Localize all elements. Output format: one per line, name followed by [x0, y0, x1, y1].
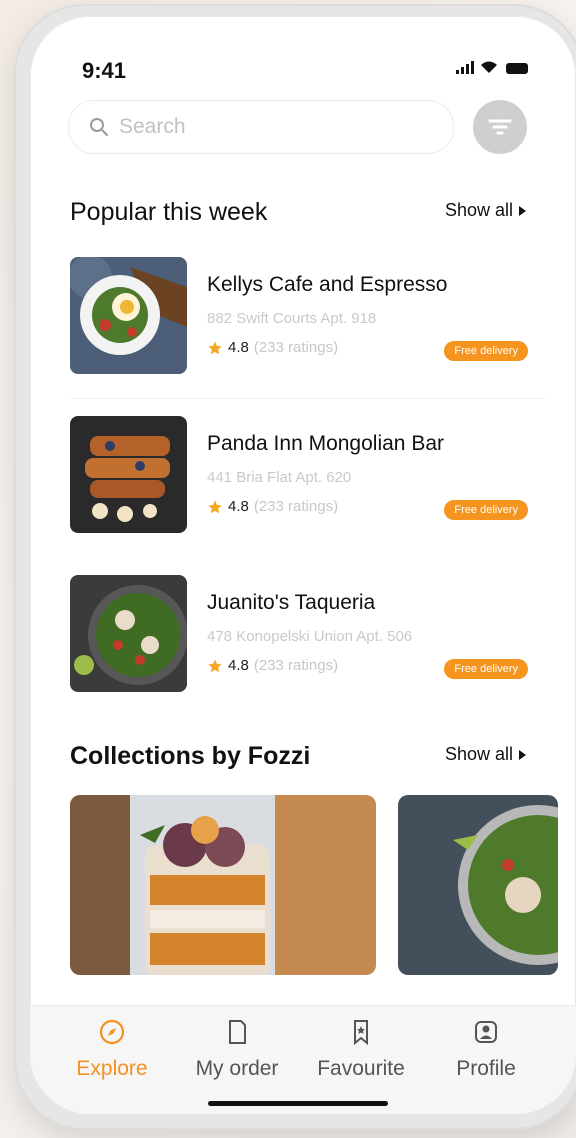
- collections-show-all[interactable]: Show all: [445, 744, 526, 765]
- food-image: [70, 416, 187, 533]
- search-placeholder: Search: [119, 115, 186, 138]
- restaurant-address: 882 Swift Courts Apt. 918: [207, 310, 377, 327]
- restaurant-rating: 4.8 (233 ratings): [207, 339, 338, 356]
- free-delivery-badge: Free delivery: [444, 500, 528, 520]
- document-icon: [229, 1020, 246, 1044]
- collection-card[interactable]: [70, 795, 376, 975]
- restaurant-address: 478 Konopelski Union Apt. 506: [207, 628, 413, 645]
- star-icon: [208, 499, 222, 513]
- tab-label: Explore: [76, 1057, 148, 1080]
- food-image: [70, 575, 187, 692]
- filter-icon: [488, 119, 512, 135]
- popular-show-all[interactable]: Show all: [445, 200, 526, 221]
- show-all-label: Show all: [444, 200, 513, 220]
- restaurant-rating: 4.8 (233 ratings): [207, 657, 338, 674]
- restaurant-item[interactable]: Juanito's Taqueria 478 Konopelski Union …: [70, 575, 530, 695]
- restaurant-name: Juanito's Taqueria: [207, 591, 376, 614]
- collection-image: [398, 795, 558, 975]
- star-icon: [208, 658, 222, 672]
- status-time: 9:41: [82, 58, 127, 83]
- home-indicator: [208, 1101, 388, 1106]
- bottom-tab-bar: Explore My order Favourite Profile: [30, 1005, 576, 1114]
- free-delivery-badge: Free delivery: [444, 341, 528, 361]
- profile-icon: [475, 1021, 497, 1043]
- restaurant-rating: 4.8 (233 ratings): [207, 498, 338, 515]
- collections-title: Collections by Fozzi: [70, 742, 311, 770]
- free-delivery-badge: Free delivery: [444, 659, 528, 679]
- tab-label: My order: [195, 1057, 279, 1080]
- filter-button[interactable]: [473, 100, 527, 154]
- tab-favourite[interactable]: Favourite: [301, 1018, 421, 1081]
- search-input[interactable]: Search: [68, 100, 454, 154]
- play-arrow-icon: [519, 205, 526, 216]
- rating-value: 4.8: [228, 498, 249, 515]
- restaurant-address: 441 Bria Flat Apt. 620: [207, 469, 352, 486]
- rating-count: (233 ratings): [253, 498, 339, 515]
- rating-value: 4.8: [228, 657, 249, 674]
- tab-explore[interactable]: Explore: [52, 1018, 172, 1081]
- play-arrow-icon: [519, 749, 526, 760]
- status-icons: [456, 60, 528, 74]
- signal-icon: [456, 61, 474, 74]
- phone-screen: 9:41 Search Popular this week Show all K…: [30, 16, 576, 1114]
- food-image: [70, 257, 187, 374]
- star-icon: [208, 340, 222, 354]
- bookmark-icon: [354, 1020, 368, 1046]
- divider: [70, 398, 546, 399]
- compass-icon: [99, 1019, 125, 1045]
- battery-icon: [506, 63, 528, 74]
- collection-image: [70, 795, 376, 975]
- rating-count: (233 ratings): [253, 657, 339, 674]
- restaurant-item[interactable]: Panda Inn Mongolian Bar 441 Bria Flat Ap…: [70, 416, 530, 536]
- search-icon: [90, 118, 108, 136]
- popular-title: Popular this week: [70, 198, 268, 226]
- tab-my-order[interactable]: My order: [177, 1018, 297, 1081]
- tab-label: Favourite: [317, 1057, 405, 1080]
- tab-profile[interactable]: Profile: [426, 1018, 546, 1081]
- collection-card[interactable]: [398, 795, 558, 975]
- restaurant-name: Kellys Cafe and Espresso: [207, 273, 448, 296]
- rating-count: (233 ratings): [253, 339, 339, 356]
- restaurant-name: Panda Inn Mongolian Bar: [207, 432, 444, 455]
- tab-label: Profile: [456, 1057, 516, 1080]
- show-all-label: Show all: [444, 744, 513, 764]
- wifi-icon: [481, 61, 497, 73]
- restaurant-item[interactable]: Kellys Cafe and Espresso 882 Swift Court…: [70, 257, 530, 377]
- rating-value: 4.8: [228, 339, 249, 356]
